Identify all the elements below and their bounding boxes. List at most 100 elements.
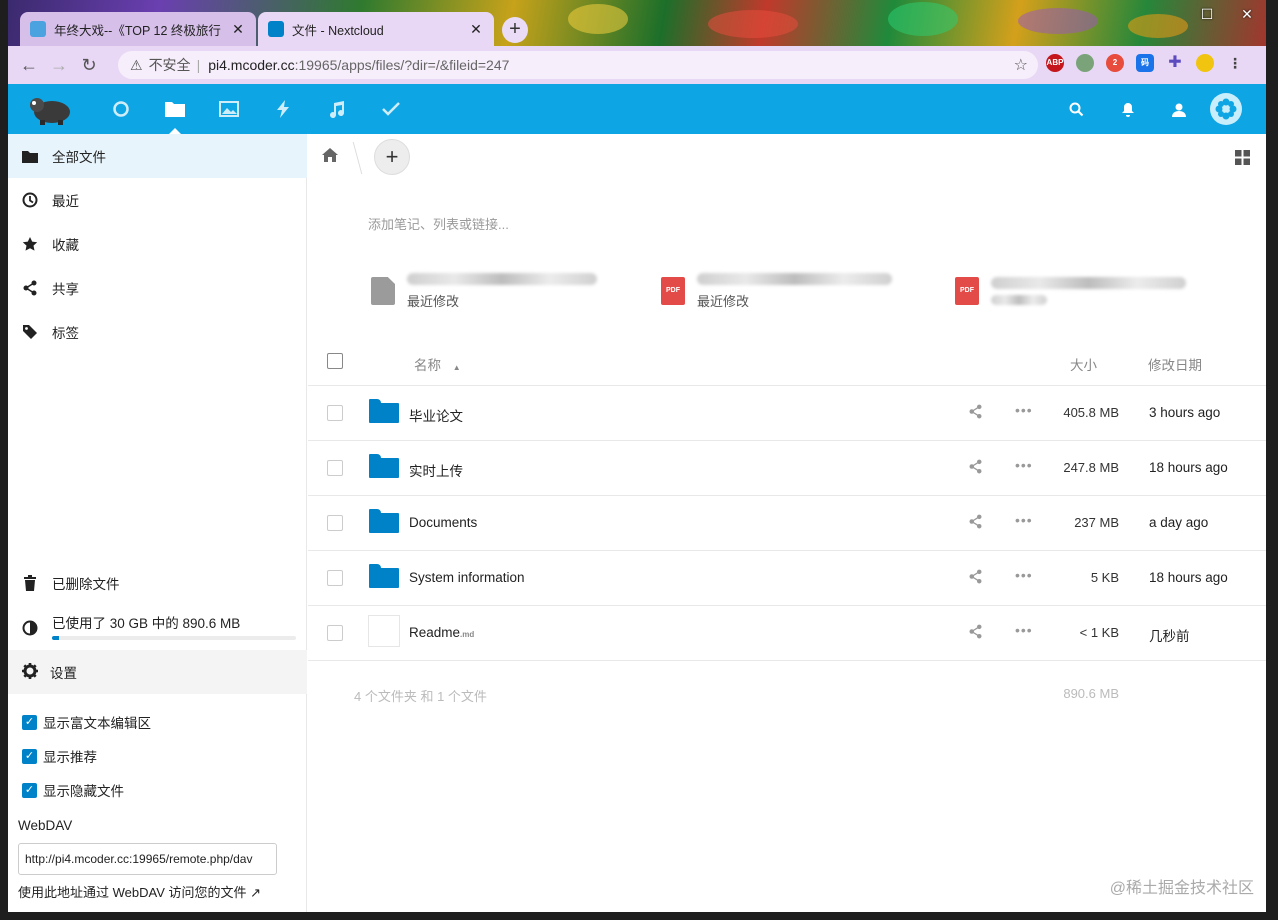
recommended-file[interactable]: PDF [955, 266, 1186, 316]
sidebar-item-tags[interactable]: 标签 [8, 310, 307, 354]
tab-title: 年终大戏--《TOP 12 终极旅行目 [54, 23, 222, 38]
puzzle-extension-icon[interactable]: ✚ [1166, 54, 1184, 72]
row-checkbox[interactable] [327, 515, 343, 531]
more-actions-icon[interactable]: ••• [1015, 567, 1033, 583]
tab-close-icon[interactable]: ✕ [230, 21, 246, 38]
file-row[interactable]: 毕业论文 ••• 405.8 MB 3 hours ago [308, 386, 1266, 441]
file-icon [371, 277, 395, 305]
sidebar-item-shared[interactable]: 共享 [8, 266, 307, 310]
menu-dots-icon[interactable]: ⋮ [1226, 54, 1244, 72]
dictionary-extension-icon[interactable]: 码 [1136, 54, 1154, 72]
file-row[interactable]: Documents ••• 237 MB a day ago [308, 496, 1266, 551]
insecure-label: 不安全 [148, 57, 191, 73]
maximize-icon[interactable]: ☐ [1198, 6, 1216, 23]
quota-label: 已使用了 30 GB 中的 890.6 MB [52, 616, 241, 631]
file-row[interactable]: System information ••• 5 KB 18 hours ago [308, 551, 1266, 606]
reload-icon[interactable]: ↻ [74, 55, 104, 76]
blurred-filename [407, 272, 597, 285]
home-icon[interactable] [322, 148, 338, 165]
file-row[interactable]: 实时上传 ••• 247.8 MB 18 hours ago [308, 441, 1266, 496]
back-icon[interactable]: ← [14, 55, 44, 76]
tasks-icon[interactable] [364, 84, 418, 134]
logo-icon[interactable] [28, 92, 74, 126]
share-icon[interactable] [968, 569, 983, 587]
row-checkbox[interactable] [327, 405, 343, 421]
select-all-checkbox[interactable] [327, 353, 343, 369]
share-icon[interactable] [968, 514, 983, 532]
option-show-hidden-files[interactable]: ✓ 显示隐藏文件 [22, 780, 124, 800]
share-icon[interactable] [968, 624, 983, 642]
file-name[interactable]: 毕业论文 [409, 405, 463, 428]
webdav-help-link[interactable]: 使用此地址通过 WebDAV 访问您的文件 ↗ [18, 882, 261, 901]
adblock-extension-icon[interactable]: ABP [1046, 54, 1064, 72]
option-show-recommendations[interactable]: ✓ 显示推荐 [22, 746, 97, 766]
rich-workspace-placeholder[interactable]: 添加笔记、列表或链接... [368, 214, 509, 233]
webdav-url-field[interactable] [18, 843, 277, 875]
file-size: 405.8 MB [1063, 405, 1119, 420]
column-size[interactable]: 大小 [1070, 354, 1097, 374]
share-icon[interactable] [968, 459, 983, 477]
browser-tab-active[interactable]: 文件 - Nextcloud ✕ [258, 12, 494, 46]
files-content: + 添加笔记、列表或链接... 最近修改 PDF 最近修改 PDF 名称 ▲ 大… [308, 134, 1266, 912]
file-name[interactable]: 实时上传 [409, 460, 463, 483]
quota-progress-fill [52, 636, 60, 640]
grid-view-icon[interactable] [1235, 150, 1250, 168]
share-icon[interactable] [968, 404, 983, 422]
notifications-bell-icon[interactable] [1108, 84, 1148, 134]
watermark: @稀土掘金技术社区 [1109, 880, 1254, 897]
more-actions-icon[interactable]: ••• [1015, 402, 1033, 418]
row-checkbox[interactable] [327, 460, 343, 476]
more-actions-icon[interactable]: ••• [1015, 457, 1033, 473]
new-tab-button[interactable]: + [502, 17, 528, 43]
file-row[interactable]: Readme.md ••• < 1 KB 几秒前 [308, 606, 1266, 661]
folder-icon [369, 509, 399, 533]
new-file-button[interactable]: + [374, 139, 410, 175]
sidebar-item-all-files[interactable]: 全部文件 [8, 134, 307, 178]
sidebar-item-deleted-files[interactable]: 已删除文件 [8, 561, 307, 605]
sidebar-item-favorites[interactable]: 收藏 [8, 222, 307, 266]
dashboard-icon[interactable] [94, 84, 148, 134]
checkbox-checked-icon[interactable]: ✓ [22, 748, 37, 764]
bookmark-star-icon[interactable]: ☆ [1014, 55, 1028, 75]
extension-icon[interactable] [1076, 54, 1094, 72]
search-icon[interactable] [1056, 84, 1096, 134]
sidebar-item-recent[interactable]: 最近 [8, 178, 307, 222]
file-name[interactable]: Readme.md [409, 625, 474, 644]
extension-badge-icon[interactable]: 2 [1106, 54, 1124, 72]
music-icon[interactable] [310, 84, 364, 134]
checkbox-checked-icon[interactable]: ✓ [22, 714, 37, 730]
checkbox-checked-icon[interactable]: ✓ [22, 782, 37, 798]
more-actions-icon[interactable]: ••• [1015, 622, 1033, 638]
files-icon[interactable] [148, 84, 202, 134]
breadcrumb-separator [343, 142, 363, 174]
warning-icon: ⚠ [130, 56, 143, 73]
address-bar[interactable]: ⚠ 不安全 | pi4.mcoder.cc :19965/apps/files/… [118, 51, 1038, 79]
browser-tab-inactive[interactable]: 年终大戏--《TOP 12 终极旅行目 ✕ [20, 12, 256, 46]
recommended-file[interactable]: PDF 最近修改 [661, 266, 892, 316]
row-checkbox[interactable] [327, 625, 343, 641]
sidebar-item-label: 标签 [52, 326, 79, 341]
recommended-file[interactable]: 最近修改 [371, 266, 597, 316]
activity-icon[interactable] [256, 84, 310, 134]
profile-avatar-icon[interactable] [1196, 54, 1214, 72]
recommended-subtitle: 最近修改 [697, 293, 750, 309]
more-actions-icon[interactable]: ••• [1015, 512, 1033, 528]
file-name[interactable]: System information [409, 570, 525, 589]
quota-indicator[interactable]: 已使用了 30 GB 中的 890.6 MB [8, 604, 307, 648]
nextcloud-favicon-icon [268, 21, 284, 37]
contacts-icon[interactable] [1158, 84, 1198, 134]
file-name[interactable]: Documents [409, 515, 477, 534]
column-name[interactable]: 名称 ▲ [414, 354, 461, 374]
user-avatar[interactable] [1210, 93, 1242, 125]
option-show-rich-workspace[interactable]: ✓ 显示富文本编辑区 [22, 712, 151, 732]
row-checkbox[interactable] [327, 570, 343, 586]
tab-close-icon[interactable]: ✕ [468, 21, 484, 38]
window-close-icon[interactable]: ✕ [1238, 6, 1256, 23]
forward-icon[interactable]: → [44, 55, 74, 76]
sidebar-item-label: 最近 [52, 194, 79, 209]
settings-toggle[interactable]: 设置 [8, 650, 307, 694]
folder-icon [22, 148, 38, 164]
column-modified[interactable]: 修改日期 [1148, 354, 1202, 374]
photos-icon[interactable] [202, 84, 256, 134]
file-modified-date: 几秒前 [1149, 629, 1190, 644]
